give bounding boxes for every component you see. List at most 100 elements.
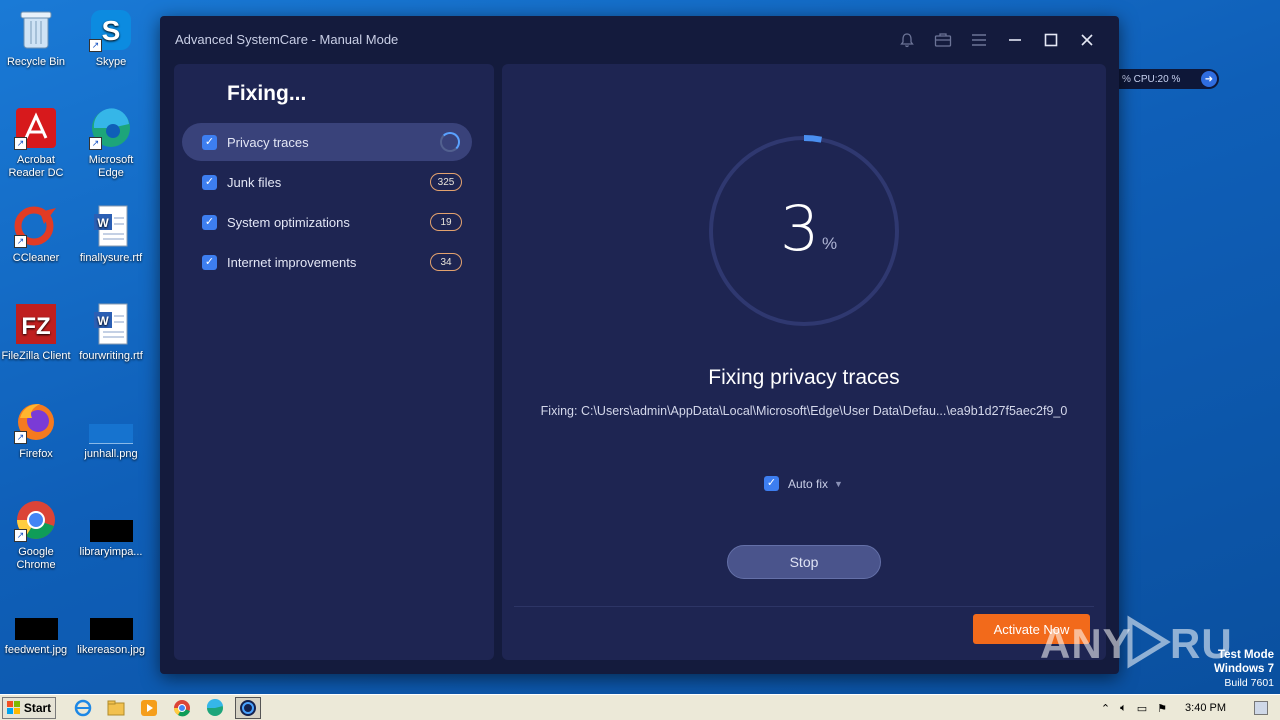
internet-explorer-icon[interactable] bbox=[70, 697, 96, 719]
checkbox-checked-icon[interactable]: ✓ bbox=[202, 134, 217, 150]
acrobat-icon: ↗ bbox=[14, 106, 58, 150]
desktop-icon-label: libraryimpa... bbox=[79, 546, 143, 558]
recycle-bin-icon bbox=[14, 8, 58, 52]
status-heading: Fixing privacy traces bbox=[708, 366, 900, 389]
count-badge: 325 bbox=[430, 173, 462, 191]
os-name-text: Windows 7 bbox=[1214, 663, 1274, 675]
checkbox-checked-icon[interactable]: ✓ bbox=[202, 214, 217, 230]
stop-button[interactable]: Stop bbox=[727, 545, 881, 579]
desktop-icon-label: Recycle Bin bbox=[6, 56, 66, 68]
svg-text:W: W bbox=[97, 314, 109, 328]
desktop-icon-acrobat[interactable]: ↗ Acrobat Reader DC bbox=[0, 106, 72, 180]
desktop-icon-junhall[interactable]: junhall.png bbox=[75, 400, 147, 461]
edge-icon: ↗ bbox=[89, 106, 133, 150]
svg-text:ANY: ANY bbox=[1040, 620, 1132, 667]
fix-item-system-optimizations[interactable]: ✓ System optimizations 19 bbox=[182, 203, 472, 241]
fix-categories-panel: Fixing... ✓ Privacy traces ✓ Junk files … bbox=[174, 64, 494, 660]
flag-icon[interactable]: ⚑ bbox=[1157, 702, 1167, 715]
progress-panel: 3 % Fixing privacy traces Fixing: C:\Use… bbox=[502, 64, 1106, 660]
desktop-icon-edge[interactable]: ↗ Microsoft Edge bbox=[75, 106, 147, 180]
desktop-icon-label: Skype bbox=[95, 56, 127, 68]
desktop-icon-fourwriting[interactable]: W fourwriting.rtf bbox=[75, 302, 147, 363]
start-label: Start bbox=[23, 700, 52, 715]
advanced-systemcare-taskbar-icon[interactable] bbox=[235, 696, 261, 719]
desktop-icon-label: feedwent.jpg bbox=[4, 644, 68, 656]
checkbox-checked-icon[interactable]: ✓ bbox=[202, 174, 217, 190]
desktop-icon-label: likereason.jpg bbox=[77, 644, 145, 656]
bell-icon[interactable] bbox=[889, 28, 925, 52]
clock[interactable]: 3:40 PM bbox=[1185, 702, 1226, 714]
fix-item-label: Internet improvements bbox=[227, 254, 357, 270]
word-document-icon: W bbox=[89, 204, 133, 248]
ccleaner-icon: ↗ bbox=[14, 204, 58, 248]
divider bbox=[514, 606, 1094, 607]
desktop-icon-skype[interactable]: S ↗ Skype bbox=[75, 8, 147, 69]
desktop-icon-chrome[interactable]: ↗ Google Chrome bbox=[0, 498, 72, 572]
image-file-icon bbox=[89, 596, 133, 640]
desktop-icon-firefox[interactable]: ↗ Firefox bbox=[0, 400, 72, 461]
toolbox-icon[interactable] bbox=[925, 28, 961, 52]
auto-fix-toggle[interactable]: ✓ Auto fix ▼ bbox=[764, 476, 843, 491]
stats-widget[interactable]: % CPU:20 % ➜ bbox=[1116, 69, 1219, 89]
anyrun-watermark: ANY RUN bbox=[1040, 612, 1230, 672]
taskbar: Start ⌃ 🔈︎ ▭ ⚑ 3:40 PM bbox=[0, 694, 1280, 720]
image-file-icon bbox=[89, 400, 133, 444]
speaker-icon[interactable]: 🔈︎ bbox=[1120, 702, 1127, 715]
network-icon[interactable]: ▭ bbox=[1137, 702, 1147, 715]
chevron-down-icon[interactable]: ▼ bbox=[834, 479, 843, 489]
checkbox-checked-icon[interactable]: ✓ bbox=[202, 254, 217, 270]
fix-item-junk-files[interactable]: ✓ Junk files 325 bbox=[182, 163, 472, 201]
current-file-path: Fixing: C:\Users\admin\AppData\Local\Mic… bbox=[540, 404, 1068, 418]
svg-text:S: S bbox=[102, 15, 121, 46]
chevron-up-icon[interactable]: ⌃ bbox=[1101, 702, 1110, 715]
start-button[interactable]: Start bbox=[2, 696, 56, 719]
desktop-icon-likereason[interactable]: likereason.jpg bbox=[75, 596, 147, 657]
chrome-taskbar-icon[interactable] bbox=[169, 697, 195, 719]
progress-percent-value: 3 bbox=[780, 192, 820, 265]
media-player-icon[interactable] bbox=[136, 697, 162, 719]
desktop-icon-ccleaner[interactable]: ↗ CCleaner bbox=[0, 204, 72, 265]
auto-fix-label: Auto fix bbox=[788, 476, 829, 491]
title-bar[interactable]: Advanced SystemCare - Manual Mode bbox=[160, 16, 1119, 62]
minimize-icon[interactable] bbox=[997, 28, 1033, 52]
windows-logo-icon bbox=[6, 700, 20, 714]
close-icon[interactable] bbox=[1069, 28, 1105, 52]
fix-item-privacy-traces[interactable]: ✓ Privacy traces bbox=[182, 123, 472, 161]
test-mode-text: Test Mode bbox=[1217, 649, 1274, 661]
window-controls bbox=[889, 28, 1105, 52]
desktop-icon-finallysure[interactable]: W finallysure.rtf bbox=[75, 204, 147, 265]
fix-item-label: Junk files bbox=[227, 174, 282, 190]
image-file-icon bbox=[14, 596, 58, 640]
show-desktop-icon[interactable] bbox=[1254, 701, 1268, 715]
maximize-icon[interactable] bbox=[1033, 28, 1069, 52]
app-window: Advanced SystemCare - Manual Mode Fixing… bbox=[160, 16, 1119, 674]
cpu-usage-text: % CPU:20 % bbox=[1122, 73, 1181, 85]
edge-taskbar-icon[interactable] bbox=[202, 697, 228, 719]
skype-icon: S ↗ bbox=[89, 8, 133, 52]
fix-item-internet-improvements[interactable]: ✓ Internet improvements 34 bbox=[182, 243, 472, 281]
image-file-icon bbox=[89, 498, 133, 542]
desktop-icon-label: CCleaner bbox=[12, 252, 60, 264]
checkbox-checked-icon[interactable]: ✓ bbox=[764, 476, 779, 491]
file-explorer-icon[interactable] bbox=[103, 697, 129, 719]
window-title: Advanced SystemCare - Manual Mode bbox=[175, 31, 399, 47]
desktop-icon-label: finallysure.rtf bbox=[79, 252, 143, 264]
desktop-icon-recycle-bin[interactable]: Recycle Bin bbox=[0, 8, 72, 69]
progress-percent-unit: % bbox=[822, 234, 838, 253]
desktop-icon-filezilla[interactable]: FZ FileZilla Client bbox=[0, 302, 72, 363]
svg-text:FZ: FZ bbox=[21, 313, 50, 340]
fix-item-label: Privacy traces bbox=[227, 134, 309, 150]
desktop-icon-label: Acrobat Reader DC bbox=[8, 154, 64, 179]
build-number-text: Build 7601 bbox=[1224, 677, 1274, 689]
desktop-icon-feedwent[interactable]: feedwent.jpg bbox=[0, 596, 72, 657]
desktop-icon-libraryimpa[interactable]: libraryimpa... bbox=[75, 498, 147, 559]
arrow-right-icon[interactable]: ➜ bbox=[1201, 71, 1217, 87]
loading-spinner-icon bbox=[440, 132, 460, 152]
desktop-icon-label: Firefox bbox=[19, 448, 53, 460]
count-badge: 19 bbox=[430, 213, 462, 231]
firefox-icon: ↗ bbox=[14, 400, 58, 444]
desktop-icon-label: Google Chrome bbox=[16, 546, 56, 571]
menu-icon[interactable] bbox=[961, 28, 997, 52]
test-mode-watermark: Test Mode Windows 7 Build 7601 bbox=[1214, 648, 1274, 690]
svg-text:W: W bbox=[97, 216, 109, 230]
